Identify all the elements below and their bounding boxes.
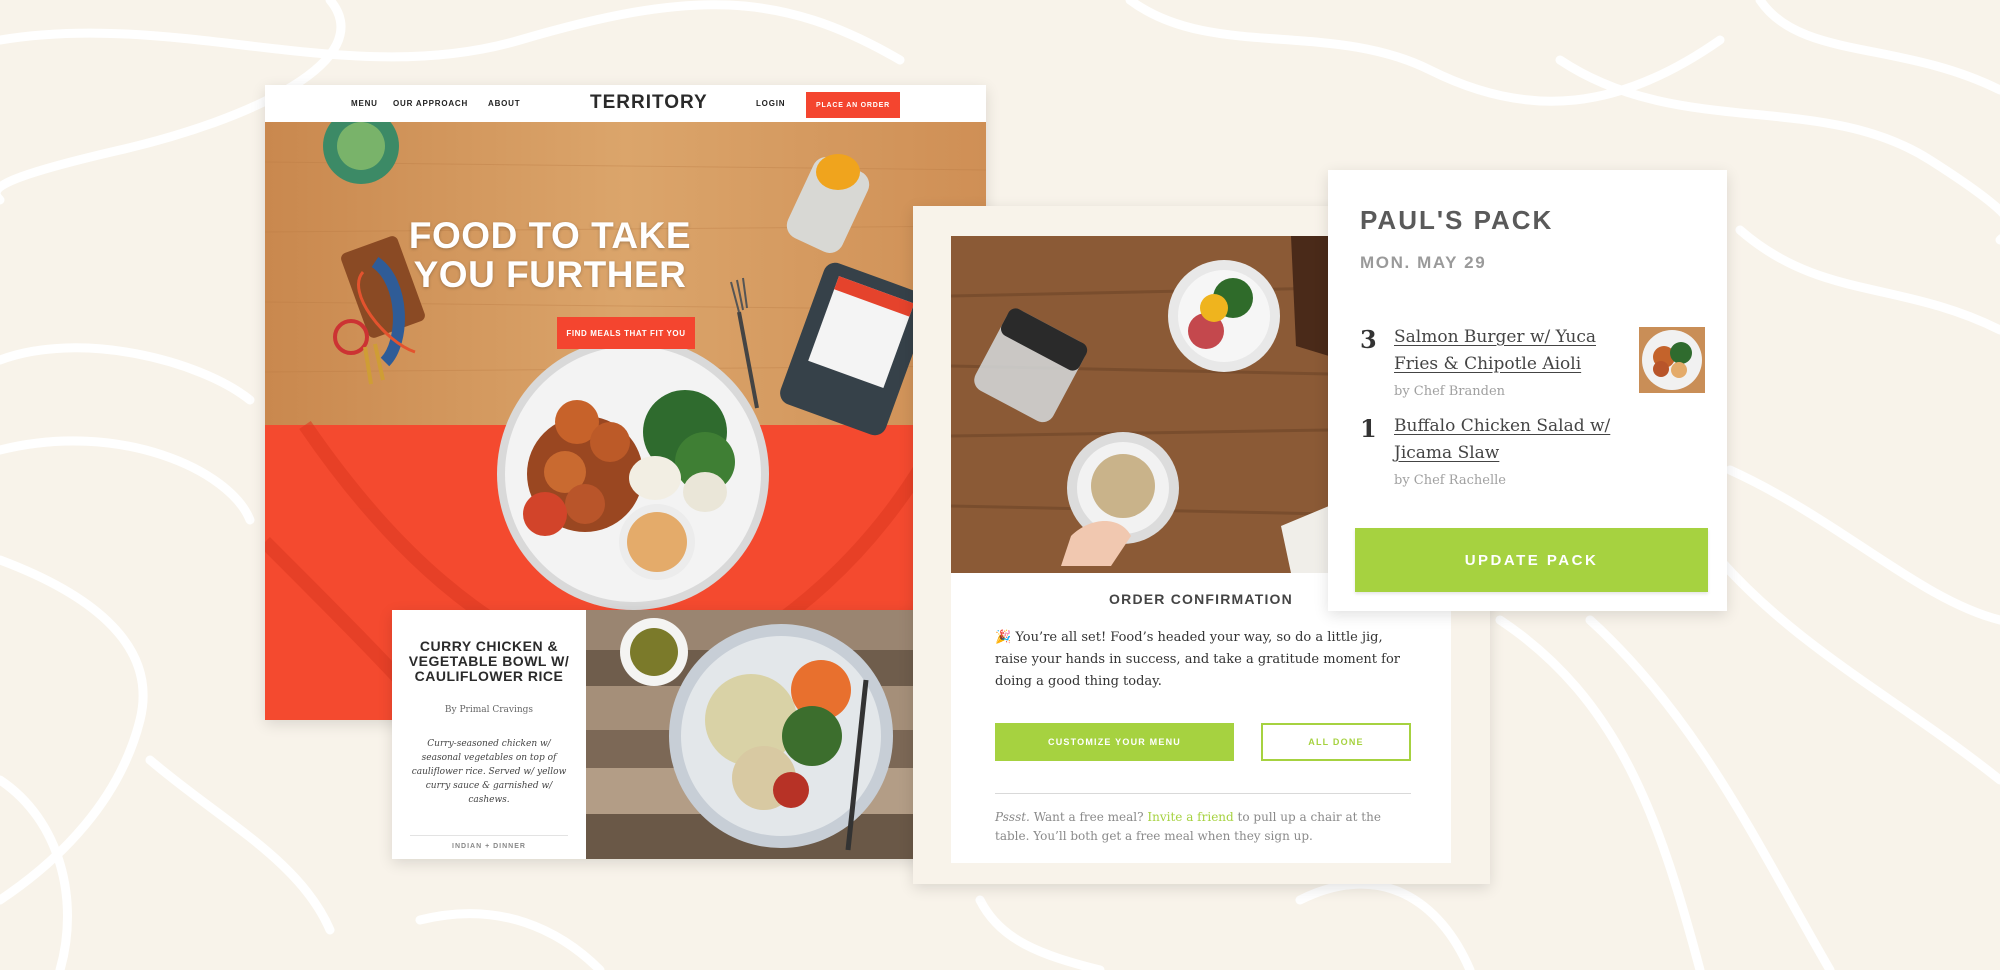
- place-order-button[interactable]: PLACE AN ORDER: [806, 92, 900, 118]
- nav-login-link[interactable]: LOGIN: [756, 99, 785, 108]
- meal-chef: by Chef Rachelle: [1394, 473, 1506, 488]
- meal-quantity: 3: [1360, 325, 1377, 354]
- nav-menu-link[interactable]: MENU: [351, 99, 378, 108]
- referral-text-1: Want a free meal?: [1029, 810, 1148, 824]
- divider: [410, 835, 568, 836]
- divider: [995, 793, 1411, 794]
- confirmation-message: 🎉 You’re all set! Food’s headed your way…: [995, 627, 1415, 693]
- all-done-button[interactable]: ALL DONE: [1261, 723, 1411, 761]
- territory-logo[interactable]: TERRITORY: [590, 92, 708, 114]
- referral-note: Pssst. Want a free meal? Invite a friend…: [995, 808, 1415, 846]
- recipe-description: Curry-seasoned chicken w/ seasonal veget…: [411, 739, 567, 805]
- update-pack-button[interactable]: UPDATE PACK: [1355, 528, 1708, 592]
- meal-thumbnail: [1639, 327, 1705, 393]
- meal-name-link[interactable]: Salmon Burger w/ Yuca Fries & Chipotle A…: [1394, 324, 1639, 378]
- invite-friend-link[interactable]: Invite a friend: [1147, 810, 1233, 824]
- recipe-title: CURRY CHICKEN & VEGETABLE BOWL W/ CAULIF…: [408, 638, 570, 684]
- recipe-card[interactable]: CURRY CHICKEN & VEGETABLE BOWL W/ CAULIF…: [392, 610, 973, 859]
- confirmation-photo: [951, 236, 1329, 573]
- hero-headline: FOOD TO TAKE YOU FURTHER: [375, 216, 725, 294]
- pack-date: MON. MAY 29: [1360, 253, 1487, 272]
- meal-pack-card: PAUL'S PACK MON. MAY 29 3 Salmon Burger …: [1328, 170, 1727, 611]
- pack-title: PAUL'S PACK: [1360, 205, 1554, 235]
- nav-approach-link[interactable]: OUR APPROACH: [393, 99, 468, 108]
- find-meals-button[interactable]: FIND MEALS THAT FIT YOU: [557, 317, 695, 349]
- nav-about-link[interactable]: ABOUT: [488, 99, 520, 108]
- top-nav: MENU OUR APPROACH ABOUT TERRITORY LOGIN …: [265, 85, 986, 122]
- referral-pssst: Pssst.: [995, 810, 1030, 824]
- meal-name-link[interactable]: Buffalo Chicken Salad w/ Jicama Slaw: [1394, 413, 1639, 467]
- hero-title-line1: FOOD TO TAKE: [408, 215, 692, 256]
- party-popper-icon: 🎉: [995, 630, 1012, 645]
- customize-menu-button[interactable]: CUSTOMIZE YOUR MENU: [995, 723, 1234, 761]
- hero-title-line2: YOU FURTHER: [413, 254, 687, 295]
- meal-quantity: 1: [1360, 414, 1377, 443]
- confirmation-text: You’re all set! Food’s headed your way, …: [995, 630, 1401, 689]
- recipe-category-tag: INDIAN + DINNER: [452, 843, 526, 850]
- recipe-author: By Primal Cravings: [444, 705, 534, 715]
- meal-chef: by Chef Branden: [1394, 384, 1506, 399]
- recipe-info: CURRY CHICKEN & VEGETABLE BOWL W/ CAULIF…: [392, 610, 586, 859]
